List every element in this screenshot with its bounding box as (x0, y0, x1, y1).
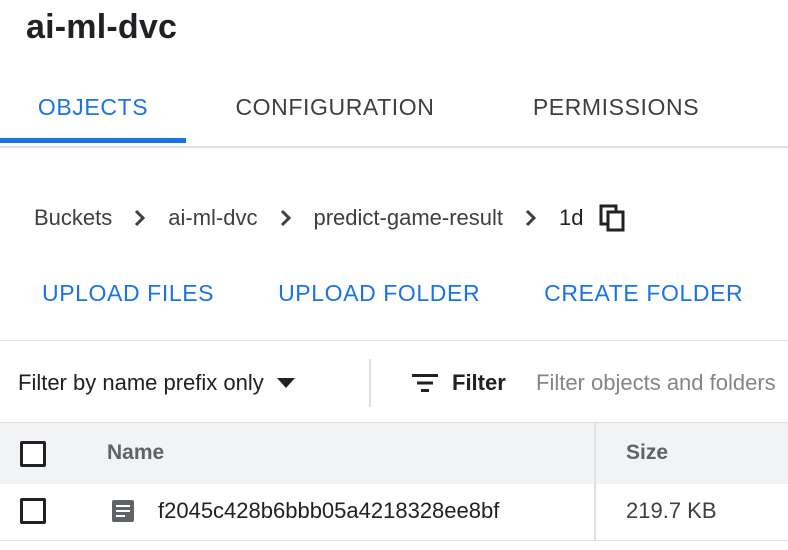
page-title: ai-ml-dvc (26, 8, 178, 46)
active-tab-indicator (0, 138, 186, 143)
breadcrumb-current: 1d (559, 205, 584, 230)
column-divider (594, 484, 596, 540)
bucket-details-page: ai-ml-dvc OBJECTS CONFIGURATION PERMISSI… (0, 0, 788, 550)
filter-button[interactable]: Filter (410, 363, 506, 403)
filter-input[interactable] (536, 363, 788, 403)
breadcrumb-buckets[interactable]: Buckets (34, 205, 112, 231)
tab-configuration[interactable]: CONFIGURATION (210, 70, 460, 144)
chevron-right-icon (130, 208, 150, 228)
copy-icon[interactable] (598, 203, 628, 233)
chevron-right-icon (276, 208, 296, 228)
upload-files-button[interactable]: UPLOAD FILES (42, 280, 214, 307)
column-header-name[interactable]: Name (107, 441, 164, 465)
row-checkbox[interactable] (20, 498, 46, 524)
breadcrumb-folder[interactable]: predict-game-result (314, 205, 504, 231)
column-divider[interactable] (594, 423, 596, 485)
tab-bar: OBJECTS CONFIGURATION PERMISSIONS (0, 70, 788, 148)
breadcrumb-bucket[interactable]: ai-ml-dvc (168, 205, 257, 231)
filter-button-label: Filter (452, 370, 506, 395)
file-size: 219.7 KB (626, 498, 717, 523)
filter-bar: Filter by name prefix only Filter (0, 340, 788, 423)
table-header: Name Size (0, 422, 788, 486)
filter-mode-select[interactable]: Filter by name prefix only (18, 363, 296, 403)
caret-down-icon (276, 377, 296, 389)
filter-list-icon (410, 371, 440, 395)
create-folder-button[interactable]: CREATE FOLDER (544, 280, 743, 307)
table-row: f2045c428b6bbb05a4218328ee8bf 219.7 KB (0, 484, 788, 541)
column-header-size[interactable]: Size (626, 441, 668, 465)
action-bar: UPLOAD FILES UPLOAD FOLDER CREATE FOLDER (42, 273, 788, 313)
tab-permissions[interactable]: PERMISSIONS (506, 70, 726, 144)
chevron-right-icon (521, 208, 541, 228)
tab-objects[interactable]: OBJECTS (0, 70, 186, 144)
breadcrumb: Buckets ai-ml-dvc predict-game-result 1d (34, 198, 628, 238)
file-name-link[interactable]: f2045c428b6bbb05a4218328ee8bf (158, 498, 563, 524)
filter-mode-label: Filter by name prefix only (18, 370, 264, 395)
filter-divider (369, 359, 371, 407)
file-document-icon (110, 498, 136, 524)
upload-folder-button[interactable]: UPLOAD FOLDER (278, 280, 480, 307)
select-all-checkbox[interactable] (20, 441, 46, 467)
